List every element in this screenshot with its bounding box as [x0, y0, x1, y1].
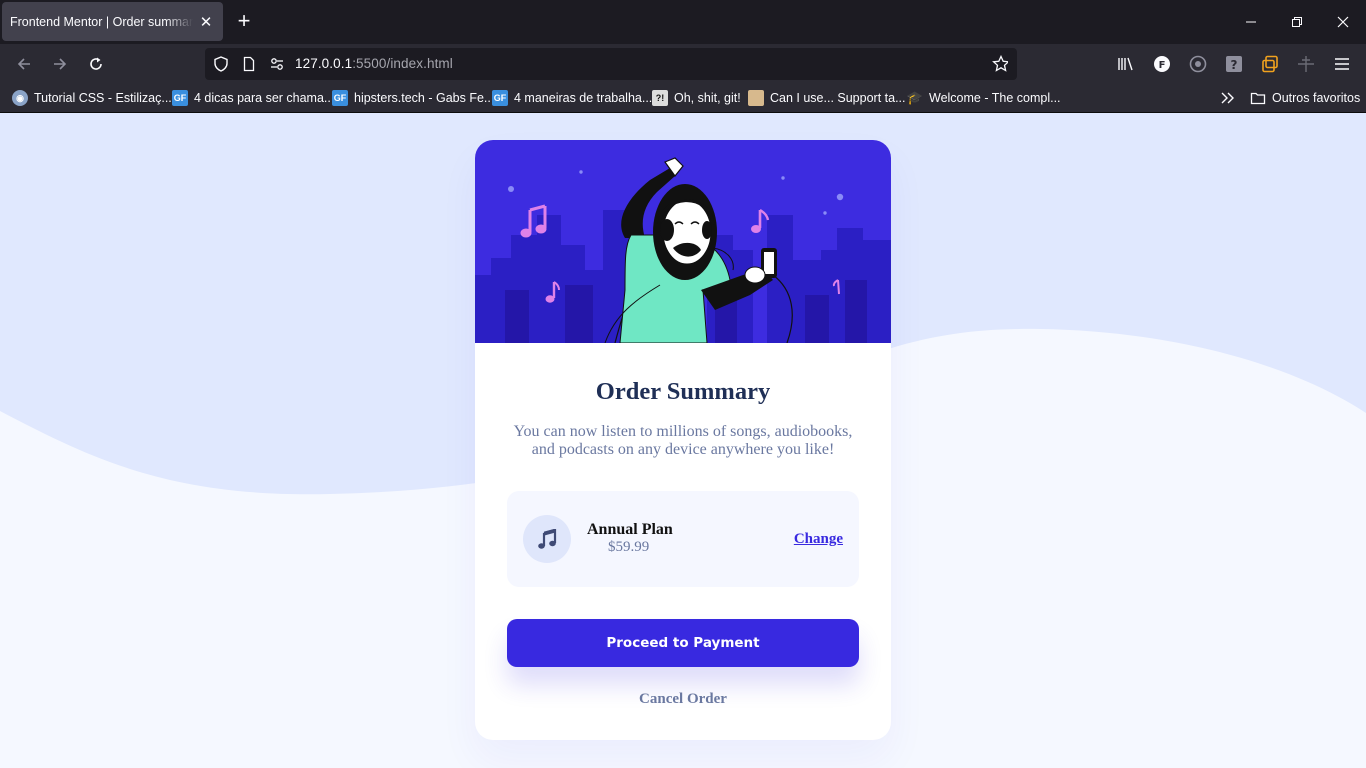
library-icon[interactable] — [1116, 54, 1136, 74]
bookmark-item[interactable]: GF 4 maneiras de trabalha... — [492, 89, 652, 107]
extension-headphones-icon[interactable] — [1188, 54, 1208, 74]
bookmark-star-icon[interactable] — [992, 55, 1008, 72]
folder-icon — [1250, 92, 1266, 105]
new-tab-icon[interactable]: + — [233, 10, 255, 33]
more-bookmarks-icon[interactable] — [1220, 89, 1236, 107]
page-viewport: Order Summary You can now listen to mill… — [0, 113, 1366, 768]
page-icon[interactable] — [241, 56, 257, 72]
url-host: 127.0.0.1 — [295, 56, 353, 71]
extension-help-icon[interactable]: ? — [1224, 54, 1244, 74]
git-icon: ?! — [652, 90, 668, 106]
minimize-icon[interactable] — [1228, 0, 1274, 44]
extension-ruler-icon[interactable] — [1296, 54, 1316, 74]
caniuse-icon — [748, 90, 764, 106]
reload-icon[interactable] — [84, 52, 108, 76]
bookmark-label: Welcome - The compl... — [929, 91, 1061, 105]
tab-strip: Frontend Mentor | Order summary c ✕ + — [0, 0, 1366, 44]
bookmark-item[interactable]: ◉ Tutorial CSS - Estilizaç... — [12, 89, 172, 107]
hero-illustration — [475, 140, 891, 343]
shield-icon[interactable] — [213, 56, 229, 72]
bookmark-label: Can I use... Support ta... — [770, 91, 906, 105]
gf-icon: GF — [332, 90, 348, 106]
proceed-to-payment-button[interactable]: Proceed to Payment — [507, 619, 859, 667]
page-description: You can now listen to millions of songs,… — [513, 423, 853, 458]
extension-orange-icon[interactable] — [1260, 54, 1280, 74]
bookmark-label: hipsters.tech - Gabs Fe... — [354, 91, 495, 105]
bookmark-label: 4 maneiras de trabalha... — [514, 91, 653, 105]
other-bookmarks-label: Outros favoritos — [1272, 91, 1361, 105]
tab-title: Frontend Mentor | Order summary c — [10, 14, 193, 29]
url-bar[interactable]: 127.0.0.1:5500/index.html — [205, 48, 1017, 80]
tab-active[interactable]: Frontend Mentor | Order summary c ✕ — [2, 2, 223, 41]
restore-icon[interactable] — [1274, 0, 1320, 44]
bookmark-label: 4 dicas para ser chama... — [194, 91, 335, 105]
back-icon[interactable] — [12, 52, 36, 76]
music-note-icon — [523, 515, 571, 563]
close-tab-icon[interactable]: ✕ — [197, 13, 215, 31]
url-text[interactable]: 127.0.0.1:5500/index.html — [295, 56, 453, 71]
nav-bar: 127.0.0.1:5500/index.html F ? — [0, 44, 1366, 84]
firefox-account-icon[interactable]: F — [1152, 54, 1172, 74]
bookmark-item[interactable]: GF hipsters.tech - Gabs Fe... — [332, 89, 494, 107]
graduation-cap-icon: 🎓 — [906, 90, 924, 105]
svg-text:F: F — [1159, 60, 1166, 71]
other-bookmarks[interactable]: Outros favoritos — [1250, 89, 1360, 107]
gf-icon: GF — [172, 90, 188, 106]
globe-icon: ◉ — [12, 90, 28, 106]
cancel-order-button[interactable]: Cancel Order — [475, 691, 891, 708]
plan-name: Annual Plan — [587, 521, 673, 538]
svg-text:?: ? — [1231, 58, 1238, 72]
bookmarks-bar: ◉ Tutorial CSS - Estilizaç... GF 4 dicas… — [0, 84, 1366, 113]
order-summary-card: Order Summary You can now listen to mill… — [475, 140, 891, 740]
bookmark-item[interactable]: ?! Oh, shit, git! — [652, 89, 741, 107]
bookmark-item[interactable]: 🎓 Welcome - The compl... — [907, 89, 1061, 107]
bookmark-label: Oh, shit, git! — [674, 91, 741, 105]
change-plan-link[interactable]: Change — [794, 531, 843, 548]
bookmark-item[interactable]: GF 4 dicas para ser chama... — [172, 89, 334, 107]
close-window-icon[interactable] — [1320, 0, 1366, 44]
plan-box: Annual Plan $59.99 Change — [507, 491, 859, 587]
bookmark-label: Tutorial CSS - Estilizaç... — [34, 91, 172, 105]
forward-icon[interactable] — [48, 52, 72, 76]
bookmark-item[interactable]: Can I use... Support ta... — [748, 89, 906, 107]
page-title: Order Summary — [595, 378, 771, 405]
url-path: :5500/index.html — [352, 56, 453, 71]
menu-icon[interactable] — [1332, 54, 1352, 74]
plan-price: $59.99 — [608, 539, 650, 555]
permissions-icon[interactable] — [269, 56, 285, 72]
gf-icon: GF — [492, 90, 508, 106]
